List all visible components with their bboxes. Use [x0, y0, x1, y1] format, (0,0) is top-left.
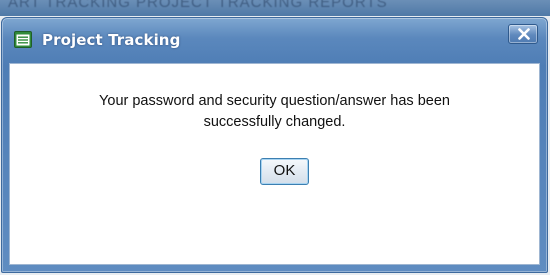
- list-window-icon: [14, 31, 32, 48]
- close-icon: [518, 28, 530, 40]
- close-button[interactable]: [508, 24, 538, 44]
- message-text: Your password and security question/answ…: [10, 91, 539, 133]
- message-line-1: Your password and security question/answ…: [99, 93, 450, 109]
- ok-button[interactable]: OK: [260, 158, 309, 185]
- background-ghost-text: ART TRACKING PROJECT TRACKING REPORTS: [8, 0, 388, 11]
- dialog-titlebar[interactable]: Project Tracking: [2, 18, 547, 64]
- dialog-title: Project Tracking: [42, 31, 181, 49]
- dialog-window: Project Tracking Your password and secur…: [1, 17, 548, 273]
- message-line-2: successfully changed.: [203, 114, 346, 130]
- dialog-content: Your password and security question/answ…: [9, 63, 540, 265]
- background-app-header: ART TRACKING PROJECT TRACKING REPORTS: [0, 0, 550, 16]
